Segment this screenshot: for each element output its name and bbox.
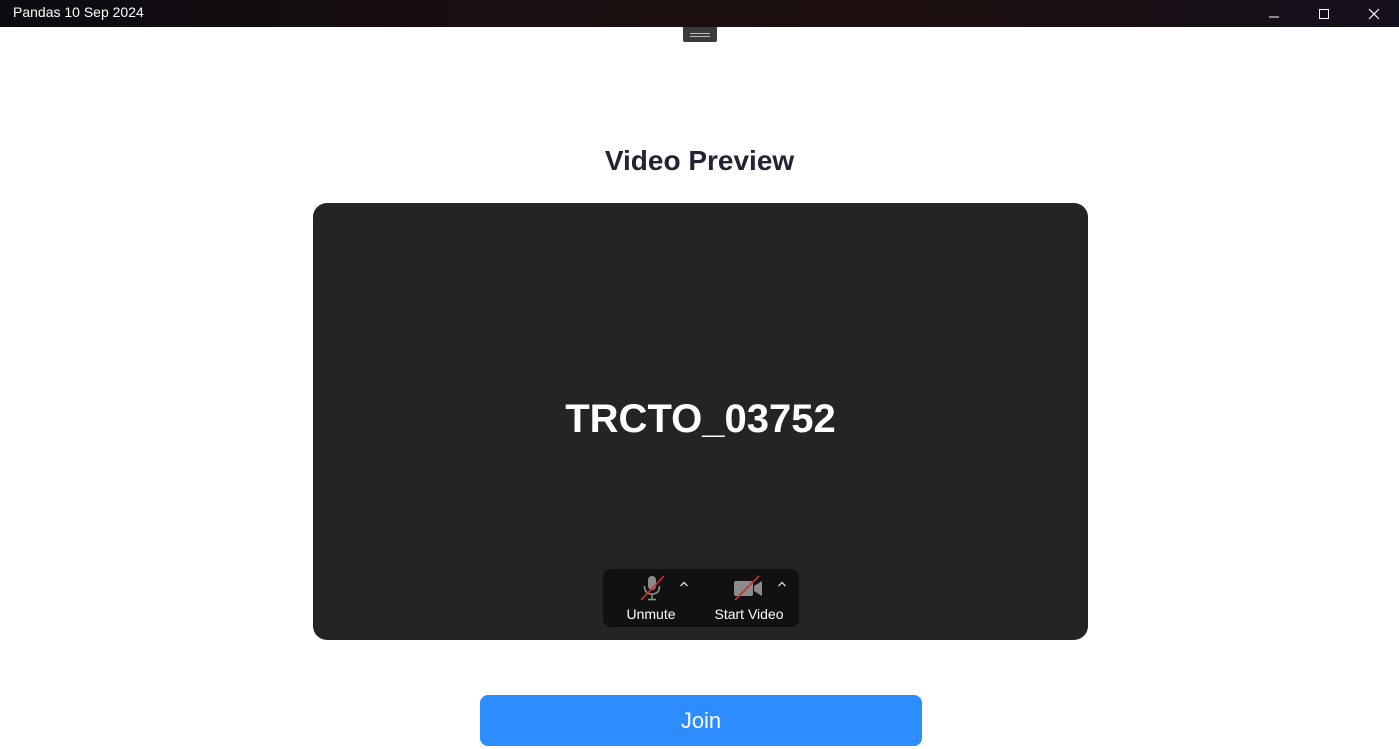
chevron-up-icon (778, 581, 786, 587)
close-button[interactable] (1349, 0, 1399, 27)
video-preview: TRCTO_03752 Unmute Start Video (313, 203, 1088, 640)
title-bar[interactable]: Pandas 10 Sep 2024 (0, 0, 1399, 27)
preview-controls: Unmute Start Video (603, 569, 799, 627)
video-camera-off-icon (731, 573, 765, 603)
microphone-muted-icon (635, 573, 669, 603)
close-icon (1368, 8, 1380, 19)
chevron-up-icon (680, 581, 688, 587)
page-title: Video Preview (604, 145, 795, 176)
audio-options-button[interactable] (677, 577, 691, 591)
unmute-label: Unmute (626, 606, 676, 622)
join-button[interactable]: Join (480, 695, 922, 746)
maximize-button[interactable] (1299, 0, 1349, 27)
minimize-button[interactable] (1249, 0, 1299, 27)
start-video-label: Start Video (714, 606, 784, 622)
drag-handle-icon (690, 32, 710, 37)
video-options-button[interactable] (775, 577, 789, 591)
window-title: Pandas 10 Sep 2024 (13, 4, 144, 20)
minimize-icon (1269, 16, 1279, 17)
unmute-button[interactable]: Unmute (603, 569, 701, 627)
participant-name: TRCTO_03752 (565, 397, 836, 441)
start-video-button[interactable]: Start Video (701, 569, 799, 627)
maximize-icon (1319, 8, 1329, 19)
drag-handle[interactable] (683, 27, 717, 42)
